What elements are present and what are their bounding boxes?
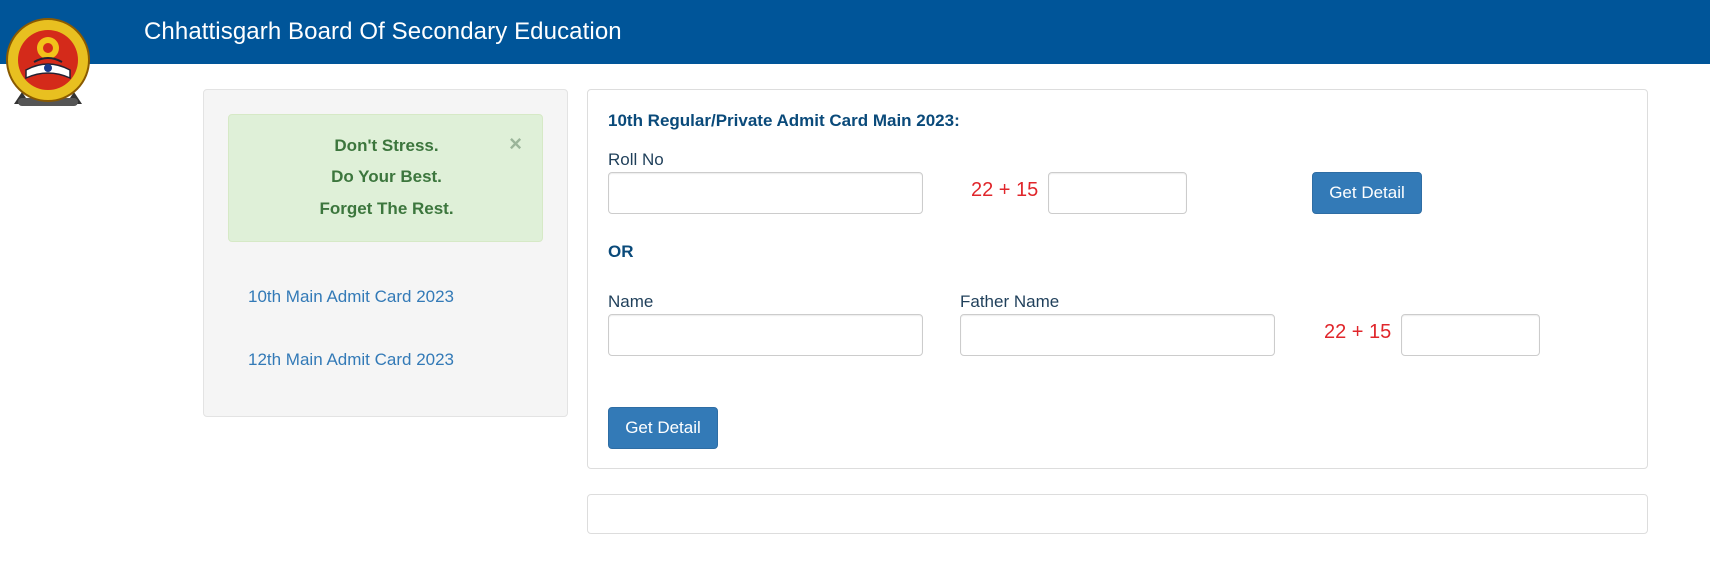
captcha-answer-input-2[interactable] xyxy=(1401,314,1540,356)
admit-card-form-panel: 10th Regular/Private Admit Card Main 202… xyxy=(587,89,1648,469)
alert-line-2: Do Your Best. xyxy=(331,167,442,186)
or-divider: OR xyxy=(608,242,634,261)
alert-line-1: Don't Stress. xyxy=(334,136,439,155)
get-detail-button-2[interactable]: Get Detail xyxy=(608,407,718,449)
roll-no-label: Roll No xyxy=(608,150,664,169)
form-title: 10th Regular/Private Admit Card Main 202… xyxy=(608,111,960,130)
name-label: Name xyxy=(608,292,654,311)
alert-line-3: Forget The Rest. xyxy=(319,199,454,218)
link-10th-admit-card[interactable]: 10th Main Admit Card 2023 xyxy=(248,287,454,307)
site-header: Chhattisgarh Board Of Secondary Educatio… xyxy=(0,0,1710,64)
name-input[interactable] xyxy=(608,314,923,356)
sidebar-panel: Don't Stress. Do Your Best. Forget The R… xyxy=(203,89,568,417)
motivation-alert: Don't Stress. Do Your Best. Forget The R… xyxy=(228,114,543,242)
captcha-question-2: 22 + 15 xyxy=(1324,321,1392,343)
get-detail-button[interactable]: Get Detail xyxy=(1312,172,1422,214)
father-name-label: Father Name xyxy=(960,292,1060,311)
captcha-answer-input[interactable] xyxy=(1048,172,1187,214)
roll-no-input[interactable] xyxy=(608,172,923,214)
captcha-question: 22 + 15 xyxy=(971,179,1039,201)
link-12th-admit-card[interactable]: 12th Main Admit Card 2023 xyxy=(248,350,454,370)
site-title: Chhattisgarh Board Of Secondary Educatio… xyxy=(144,18,622,45)
result-panel xyxy=(587,494,1648,534)
cgbse-emblem-logo[interactable] xyxy=(4,18,92,108)
close-icon[interactable]: × xyxy=(509,133,522,155)
father-name-input[interactable] xyxy=(960,314,1275,356)
